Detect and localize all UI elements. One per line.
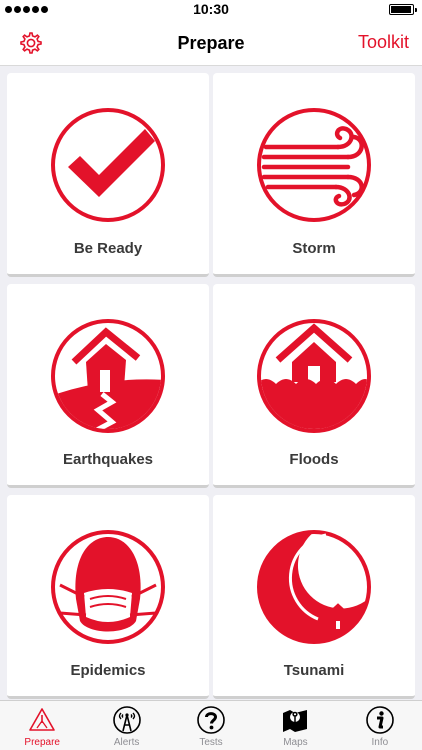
card-floods[interactable]: Floods (213, 284, 415, 488)
card-label: Floods (289, 451, 339, 468)
tab-label: Alerts (113, 737, 140, 748)
card-tsunami[interactable]: Tsunami (213, 495, 415, 699)
radio-tower-icon (112, 706, 141, 734)
checkmark-icon (51, 108, 165, 222)
category-grid: Be Ready Storm Earthquakes Floods Epidem… (0, 67, 422, 700)
status-bar: 10:30 (0, 0, 422, 20)
tab-label: Prepare (24, 737, 60, 748)
status-time: 10:30 (193, 1, 229, 17)
info-icon (366, 706, 394, 734)
tab-maps[interactable]: Maps (253, 701, 337, 750)
card-label: Storm (292, 240, 336, 257)
mask-head-icon (51, 530, 165, 644)
card-label: Be Ready (73, 240, 143, 257)
card-label: Epidemics (70, 662, 146, 679)
card-storm[interactable]: Storm (213, 73, 415, 277)
card-label: Earthquakes (62, 451, 154, 468)
battery-icon (389, 4, 417, 15)
tab-info[interactable]: Info (338, 701, 422, 750)
tab-bar: Prepare Alerts Tests Maps Info (0, 700, 422, 750)
card-epidemics[interactable]: Epidemics (7, 495, 209, 699)
tab-label: Info (371, 737, 389, 748)
warning-triangle-icon (29, 708, 56, 731)
tab-alerts[interactable]: Alerts (84, 701, 168, 750)
card-earthquakes[interactable]: Earthquakes (7, 284, 209, 488)
question-icon (197, 706, 225, 734)
tab-label: Maps (283, 737, 308, 748)
card-be-ready[interactable]: Be Ready (7, 73, 209, 277)
toolkit-button[interactable]: Toolkit (358, 32, 409, 53)
card-label: Tsunami (283, 662, 345, 679)
wind-icon (257, 108, 371, 222)
earthquake-house-icon (51, 319, 165, 433)
map-icon (283, 710, 308, 732)
flood-house-icon (257, 319, 371, 433)
tab-label: Tests (199, 737, 223, 748)
navigation-bar: Prepare Toolkit (0, 20, 422, 66)
tab-prepare[interactable]: Prepare (0, 701, 84, 750)
wave-house-icon (257, 530, 371, 644)
tab-tests[interactable]: Tests (169, 701, 253, 750)
